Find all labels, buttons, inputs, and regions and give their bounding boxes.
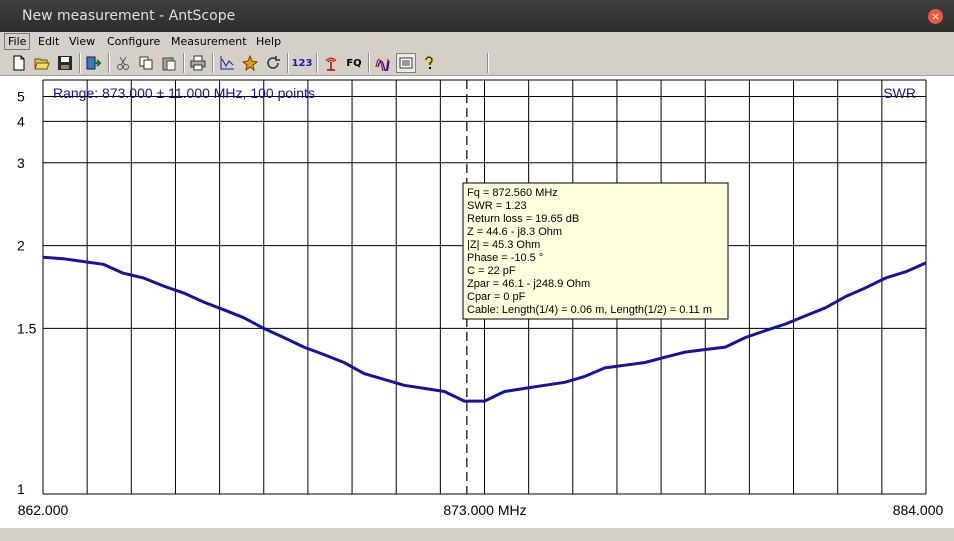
y-tick-label: 1 (17, 481, 25, 497)
window-title: New measurement - AntScope (22, 8, 236, 24)
menu-configure[interactable]: Configure (107, 35, 160, 48)
menu-file[interactable]: File (4, 33, 31, 50)
menu-edit[interactable]: Edit (38, 35, 59, 48)
numeric-view-icon[interactable]: 123 (292, 53, 313, 73)
x-tick-start: 862.000 (18, 502, 69, 518)
tooltip-line: Cable: Length(1/4) = 0.06 m, Length(1/2)… (467, 304, 712, 316)
tooltip-line: Z = 44.6 - j8.3 Ohm (467, 226, 562, 238)
menu-measurement[interactable]: Measurement (171, 35, 247, 48)
close-icon[interactable]: × (928, 9, 943, 24)
x-tick-end: 884.000 (893, 502, 944, 518)
wave-icon[interactable] (373, 53, 393, 73)
range-label: Range: 873.000 ± 11.000 MHz, 100 points (53, 85, 315, 101)
open-folder-icon[interactable] (32, 53, 52, 73)
y-tick-label: 5 (17, 89, 25, 105)
tooltip-line: Fq = 872.560 MHz (467, 187, 558, 199)
parameter-label: SWR (883, 85, 916, 101)
menu-view[interactable]: View (69, 35, 95, 48)
title-bar: New measurement - AntScope × (0, 0, 954, 32)
new-file-icon[interactable] (9, 53, 29, 73)
y-tick-label: 3 (17, 155, 25, 171)
measurement-tooltip: Fq = 872.560 MHzSWR = 1.23Return loss = … (462, 182, 729, 320)
save-icon[interactable] (55, 53, 75, 73)
graph-icon[interactable] (217, 53, 237, 73)
tooltip-line: Cpar = 0 pF (467, 291, 526, 303)
cut-icon[interactable] (113, 53, 133, 73)
refresh-icon[interactable] (263, 53, 283, 73)
tooltip-line: C = 22 pF (467, 265, 516, 277)
y-tick-label: 2 (17, 238, 25, 254)
menu-bar: File Edit View Configure Measurement Hel… (0, 32, 954, 51)
menu-help[interactable]: Help (256, 35, 281, 48)
antenna-icon[interactable] (321, 53, 341, 73)
status-bar (0, 528, 954, 541)
chart-area[interactable]: 1 1.5 2 3 4 5 Range: 873.000 ± 11.000 MHz, 10… (0, 76, 954, 528)
tooltip-line: Phase = -10.5 ° (467, 252, 543, 264)
x-tick-center: 873.000 MHz (443, 502, 526, 518)
y-tick-label: 4 (17, 113, 25, 129)
help-icon[interactable] (419, 53, 439, 73)
tooltip-line: Zpar = 46.1 - j248.9 Ohm (467, 278, 590, 290)
y-tick-label: 1.5 (17, 320, 37, 336)
swr-chart[interactable]: 1 1.5 2 3 4 5 Range: 873.000 ± 11.000 MHz, 10… (0, 76, 954, 528)
copy-icon[interactable] (136, 53, 156, 73)
tooltip-line: SWR = 1.23 (467, 200, 527, 212)
toolbar: 123 FQ (0, 51, 954, 76)
print-icon[interactable] (188, 53, 208, 73)
frequency-icon[interactable]: FQ (344, 53, 364, 73)
tooltip-toggle-icon[interactable] (396, 53, 416, 73)
smith-chart-icon[interactable] (240, 53, 260, 73)
paste-icon[interactable] (159, 53, 179, 73)
tooltip-line: Return loss = 19.65 dB (467, 213, 579, 225)
tooltip-line: |Z| = 45.3 Ohm (467, 239, 540, 251)
export-icon[interactable] (84, 53, 104, 73)
